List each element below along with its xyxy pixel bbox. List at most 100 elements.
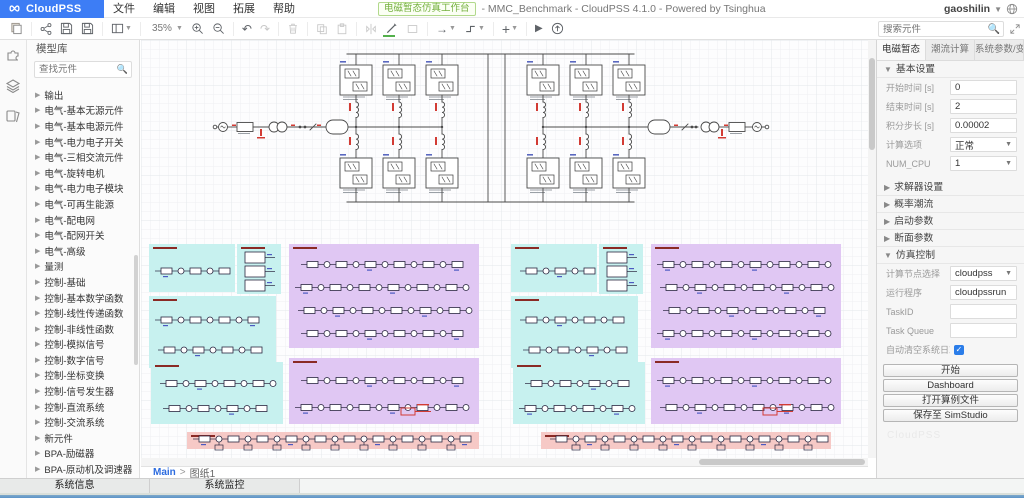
menu-extensions[interactable]: 拓展 xyxy=(224,0,264,18)
sidebar-item-output[interactable]: ▶输出 xyxy=(27,87,140,103)
sidebar-item-ctrl-coord[interactable]: ▶控制-坐标变换 xyxy=(27,368,140,384)
step-size-input[interactable] xyxy=(955,120,1012,131)
section-solver-settings[interactable]: ▶求解器设置 xyxy=(877,179,1024,196)
breadcrumb-root[interactable]: Main xyxy=(153,467,176,478)
sidebar-item-ctrl-dc[interactable]: ▶控制-直流系统 xyxy=(27,399,140,415)
arrow-tool[interactable]: →▼ xyxy=(432,20,460,38)
sidebar-item-ctrl-math[interactable]: ▶控制-基本数学函数 xyxy=(27,290,140,306)
menu-help[interactable]: 帮助 xyxy=(264,0,304,18)
layout-tool[interactable]: ▼ xyxy=(107,20,136,38)
hscroll-thumb[interactable] xyxy=(699,459,865,465)
tab-emt[interactable]: 电磁暂态 xyxy=(877,40,926,60)
rectangle-tool[interactable] xyxy=(402,20,423,38)
components-library-icon[interactable] xyxy=(5,48,21,64)
section-probabilistic-flow[interactable]: ▶概率潮流 xyxy=(877,196,1024,213)
undo-icon[interactable]: ↶ xyxy=(238,20,256,38)
field-end-time: 结束时间 [s] xyxy=(877,97,1024,116)
layers-icon[interactable] xyxy=(5,78,21,94)
sidebar-item-3ph-ac[interactable]: ▶电气-三相交流元件 xyxy=(27,149,140,165)
zoom-in-icon[interactable] xyxy=(187,20,208,38)
sidebar-item-ctrl-ac[interactable]: ▶控制-交流系统 xyxy=(27,414,140,430)
task-queue-input[interactable] xyxy=(955,325,1012,336)
tab-system-info[interactable]: 系统信息 xyxy=(0,479,150,494)
library-books-icon[interactable] xyxy=(5,108,21,124)
canvas-vscrollbar[interactable] xyxy=(868,40,876,458)
tab-powerflow[interactable]: 潮流计算 xyxy=(926,40,975,60)
compute-node-select[interactable]: cloudpss▼ xyxy=(950,266,1017,281)
run-icon[interactable]: ▶ xyxy=(531,20,547,38)
sidebar-item-rotating-machine[interactable]: ▶电气-旋转电机 xyxy=(27,165,140,181)
user-name: gaoshilin xyxy=(944,3,990,15)
sidebar-item-renewable[interactable]: ▶电气-可再生能源 xyxy=(27,196,140,212)
sidebar-item-pe-module[interactable]: ▶电气-电力电子模块 xyxy=(27,181,140,197)
schematic-canvas[interactable] xyxy=(141,40,868,458)
task-id-input[interactable] xyxy=(955,306,1012,317)
component-search-input[interactable] xyxy=(879,24,988,35)
paste-icon[interactable] xyxy=(332,20,352,38)
tab-sysparams[interactable]: 系统参数/变量 xyxy=(975,40,1024,60)
zoom-out-icon[interactable] xyxy=(208,20,229,38)
delete-icon[interactable] xyxy=(283,20,303,38)
sidebar-item-ctrl-linear-tf[interactable]: ▶控制-线性传递函数 xyxy=(27,305,140,321)
left-icon-strip xyxy=(0,40,27,478)
field-label: 自动清空系统日志 xyxy=(886,343,950,356)
sidebar-item-ctrl-siggen[interactable]: ▶控制-信号发生器 xyxy=(27,383,140,399)
publish-icon[interactable] xyxy=(547,20,568,38)
tab-system-monitor[interactable]: 系统监控 xyxy=(150,479,300,494)
num-cpu-select[interactable]: 1▼ xyxy=(950,156,1017,171)
menu-view[interactable]: 视图 xyxy=(184,0,224,18)
sidebar-item-basic-source[interactable]: ▶电气-基本电源元件 xyxy=(27,118,140,134)
sidebar-item-basic-passive[interactable]: ▶电气-基本无源元件 xyxy=(27,103,140,119)
breadcrumb-separator: > xyxy=(180,467,186,478)
start-button[interactable]: 开始 xyxy=(883,364,1018,377)
expand-icon[interactable] xyxy=(1010,24,1020,37)
sidebar-item-measurement[interactable]: ▶量测 xyxy=(27,259,140,275)
sidebar-item-dist-switch[interactable]: ▶电气-配网开关 xyxy=(27,227,140,243)
sidebar-item-ctrl-nonlinear[interactable]: ▶控制-非线性函数 xyxy=(27,321,140,337)
save-as-icon[interactable] xyxy=(77,20,98,38)
polyline-tool[interactable]: ▼ xyxy=(460,20,489,38)
draw-line-tool[interactable] xyxy=(381,20,402,38)
canvas-hscrollbar[interactable] xyxy=(141,458,868,466)
sidebar-item-pe-switch[interactable]: ▶电气-电力电子开关 xyxy=(27,134,140,150)
pages-icon[interactable] xyxy=(6,20,27,38)
add-component-tool[interactable]: +▼ xyxy=(498,20,522,38)
dashboard-button[interactable]: Dashboard xyxy=(883,379,1018,392)
section-startup-params[interactable]: ▶启动参数 xyxy=(877,213,1024,230)
sidebar-item-bpa-exciter[interactable]: ▶BPA-励磁器 xyxy=(27,446,140,462)
open-case-file-button[interactable]: 打开算例文件 xyxy=(883,394,1018,407)
menu-file[interactable]: 文件 xyxy=(104,0,144,18)
section-sim-control[interactable]: ▼仿真控制 xyxy=(877,247,1024,264)
share-icon[interactable] xyxy=(36,20,56,38)
sidebar-item-new-component[interactable]: ▶新元件 xyxy=(27,430,140,446)
sidebar-item-distribution[interactable]: ▶电气-配电网 xyxy=(27,212,140,228)
sidebar-item-ctrl-analog[interactable]: ▶控制-模拟信号 xyxy=(27,337,140,353)
library-search[interactable]: 🔍 xyxy=(34,61,132,78)
save-icon[interactable] xyxy=(56,20,77,38)
menu-edit[interactable]: 编辑 xyxy=(144,0,184,18)
component-search[interactable]: 🔍 xyxy=(878,21,1004,37)
run-program-input[interactable] xyxy=(955,287,1012,298)
sidebar-item-bpa-governor[interactable]: ▶BPA-原动机及调速器 xyxy=(27,461,140,477)
window-title: 电磁暂态仿真工作台 - MMC_Benchmark - CloudPSS 4.1… xyxy=(378,0,766,18)
zoom-level-select[interactable]: 35%▼ xyxy=(145,20,187,38)
save-to-simstudio-button[interactable]: 保存至 SimStudio xyxy=(883,409,1018,422)
section-basic-settings[interactable]: ▼基本设置 xyxy=(877,61,1024,78)
section-snapshot-params[interactable]: ▶断面参数 xyxy=(877,230,1024,247)
library-search-input[interactable] xyxy=(35,64,117,75)
sidebar-item-advanced[interactable]: ▶电气-高级 xyxy=(27,243,140,259)
redo-icon[interactable]: ↷ xyxy=(256,20,274,38)
user-menu[interactable]: gaoshilin ▼ xyxy=(944,0,1018,18)
start-time-input[interactable] xyxy=(955,82,1012,93)
sidebar-item-ctrl-digital[interactable]: ▶控制-数字信号 xyxy=(27,352,140,368)
sidebar-scrollbar[interactable] xyxy=(134,255,138,365)
copy-icon[interactable] xyxy=(312,20,332,38)
end-time-input[interactable] xyxy=(955,101,1012,112)
cloudpss-logo[interactable]: CloudPSS xyxy=(0,0,104,18)
calc-option-select[interactable]: 正常▼ xyxy=(950,137,1017,152)
mirror-icon[interactable] xyxy=(361,20,381,38)
language-globe-icon[interactable] xyxy=(1006,3,1018,15)
auto-clear-log-checkbox[interactable]: ✓ xyxy=(954,345,964,355)
vscroll-thumb[interactable] xyxy=(869,58,875,150)
sidebar-item-ctrl-basic[interactable]: ▶控制-基础 xyxy=(27,274,140,290)
